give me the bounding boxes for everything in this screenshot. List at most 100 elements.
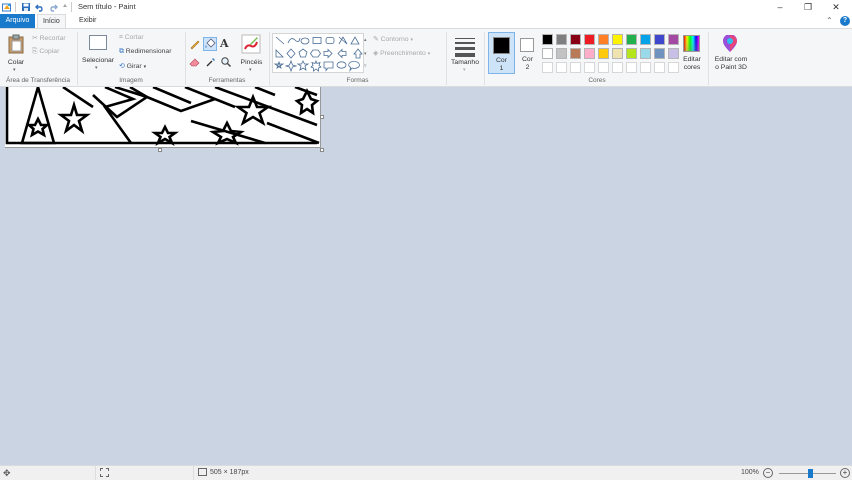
custom-color-slot[interactable] bbox=[542, 62, 553, 73]
pencil-icon[interactable] bbox=[189, 38, 201, 50]
collapse-ribbon-icon[interactable]: ⌃ bbox=[826, 16, 833, 25]
undo-icon[interactable] bbox=[35, 2, 45, 12]
palette-color-swatch[interactable] bbox=[570, 48, 581, 59]
cut-button[interactable]: ✂ Recortar bbox=[32, 34, 66, 42]
paint-app-icon[interactable] bbox=[2, 2, 12, 12]
palette-color-swatch[interactable] bbox=[612, 34, 623, 45]
magnifier-icon[interactable] bbox=[220, 56, 232, 68]
custom-color-slot[interactable] bbox=[556, 62, 567, 73]
window-title: Sem título - Paint bbox=[78, 2, 136, 11]
scroll-up-icon[interactable]: ▴ bbox=[364, 37, 367, 43]
rotate-icon: ⟲ bbox=[119, 63, 125, 70]
custom-color-slot[interactable] bbox=[654, 62, 665, 73]
palette-color-swatch[interactable] bbox=[598, 34, 609, 45]
text-tool-icon[interactable]: A bbox=[220, 37, 229, 50]
eraser-icon[interactable] bbox=[189, 56, 201, 68]
edit-with-paint3d-button[interactable]: Editar com o Paint 3D bbox=[711, 32, 751, 74]
image-size-text: 505 × 187px bbox=[210, 469, 249, 476]
shapes-gallery[interactable] bbox=[272, 33, 364, 73]
tab-file[interactable]: Arquivo bbox=[0, 14, 35, 28]
fill-bucket-icon[interactable] bbox=[203, 37, 217, 51]
paste-label: Colar bbox=[7, 59, 25, 66]
color2-swatch bbox=[520, 38, 534, 52]
paint3d-icon bbox=[723, 35, 737, 52]
palette-color-swatch[interactable] bbox=[584, 48, 595, 59]
tab-view[interactable]: Exibir bbox=[74, 14, 102, 28]
palette-color-swatch[interactable] bbox=[626, 48, 637, 59]
crop-button[interactable]: ⌗ Cortar bbox=[119, 34, 144, 42]
size-button[interactable]: Tamanho ▾ bbox=[449, 32, 481, 74]
palette-color-swatch[interactable] bbox=[542, 48, 553, 59]
customize-quick-access-icon[interactable]: ⩡ bbox=[60, 2, 70, 12]
zoom-out-button[interactable]: − bbox=[763, 468, 773, 478]
custom-color-slot[interactable] bbox=[640, 62, 651, 73]
color-palette bbox=[542, 34, 682, 76]
palette-color-swatch[interactable] bbox=[612, 48, 623, 59]
custom-color-slot[interactable] bbox=[584, 62, 595, 73]
minimize-button[interactable]: – bbox=[766, 0, 794, 14]
cursor-position-icon: ✥ bbox=[3, 468, 11, 478]
scroll-down-icon[interactable]: ▾ bbox=[364, 51, 367, 57]
resize-handle-bottom[interactable] bbox=[158, 148, 162, 152]
group-label-shapes: Formas bbox=[346, 77, 369, 84]
fill-button[interactable]: ◈ Preenchimento ▾ bbox=[373, 49, 430, 57]
custom-color-slot[interactable] bbox=[570, 62, 581, 73]
close-button[interactable]: ✕ bbox=[822, 0, 850, 14]
palette-color-swatch[interactable] bbox=[542, 34, 553, 45]
outline-button[interactable]: ✎ Contorno ▾ bbox=[373, 35, 413, 43]
palette-color-swatch[interactable] bbox=[626, 34, 637, 45]
drawing-canvas[interactable] bbox=[5, 82, 321, 148]
more-shapes-icon[interactable]: ▿ bbox=[364, 63, 367, 69]
palette-color-swatch[interactable] bbox=[654, 48, 665, 59]
palette-color-swatch[interactable] bbox=[584, 34, 595, 45]
group-label-image: Imagem bbox=[119, 77, 143, 84]
rotate-button[interactable]: ⟲ Girar ▾ bbox=[119, 62, 146, 70]
divider bbox=[15, 2, 16, 12]
palette-color-swatch[interactable] bbox=[570, 34, 581, 45]
resize-handle-corner[interactable] bbox=[320, 148, 324, 152]
brushes-label: Pincéis bbox=[240, 59, 263, 66]
palette-color-swatch[interactable] bbox=[598, 48, 609, 59]
brushes-button[interactable]: Pincéis ▾ bbox=[238, 32, 265, 74]
help-icon[interactable]: ? bbox=[840, 16, 850, 26]
chevron-down-icon: ▾ bbox=[410, 37, 413, 43]
palette-color-swatch[interactable] bbox=[556, 48, 567, 59]
select-button[interactable]: Selecionar ▾ bbox=[80, 32, 116, 74]
group-divider bbox=[484, 32, 485, 85]
custom-color-slot[interactable] bbox=[626, 62, 637, 73]
zoom-slider-thumb[interactable] bbox=[807, 469, 813, 478]
size-label: Tamanho bbox=[451, 59, 479, 66]
fill-icon: ◈ bbox=[373, 50, 379, 57]
zoom-in-button[interactable]: + bbox=[840, 468, 850, 478]
save-icon[interactable] bbox=[21, 2, 31, 12]
color-picker-icon[interactable] bbox=[205, 56, 217, 68]
color1-button[interactable]: Cor 1 bbox=[488, 32, 515, 74]
palette-color-swatch[interactable] bbox=[640, 48, 651, 59]
line-width-icon bbox=[455, 38, 475, 39]
redo-icon[interactable] bbox=[48, 2, 58, 12]
palette-color-swatch[interactable] bbox=[556, 34, 567, 45]
palette-color-swatch[interactable] bbox=[654, 34, 665, 45]
crop-icon: ⌗ bbox=[119, 34, 123, 41]
selection-rectangle-icon bbox=[89, 35, 107, 50]
title-bar: ⩡ Sem título - Paint – ❐ ✕ bbox=[0, 0, 852, 14]
copy-button[interactable]: ⎘ Copiar bbox=[32, 48, 59, 56]
shapes-grid-icon bbox=[273, 36, 363, 73]
resize-button[interactable]: ⧉ Redimensionar bbox=[119, 48, 171, 56]
edit-colors-button[interactable]: Editar cores bbox=[680, 32, 704, 74]
custom-color-slot[interactable] bbox=[598, 62, 609, 73]
outline-label: Contorno bbox=[380, 36, 409, 43]
select-label: Selecionar bbox=[81, 57, 115, 64]
palette-color-swatch[interactable] bbox=[668, 34, 679, 45]
copy-label: Copiar bbox=[39, 48, 60, 55]
restore-button[interactable]: ❐ bbox=[794, 0, 822, 14]
chevron-down-icon: ▾ bbox=[463, 67, 466, 73]
paste-button[interactable]: Colar ▾ bbox=[4, 32, 28, 74]
tab-home[interactable]: Início bbox=[37, 14, 66, 28]
custom-color-slot[interactable] bbox=[612, 62, 623, 73]
resize-handle-right[interactable] bbox=[320, 115, 324, 119]
palette-color-swatch[interactable] bbox=[640, 34, 651, 45]
color2-button[interactable]: Cor 2 bbox=[515, 32, 542, 74]
resize-label: Redimensionar bbox=[125, 48, 172, 55]
edit-colors-label: Editar cores bbox=[683, 56, 701, 71]
